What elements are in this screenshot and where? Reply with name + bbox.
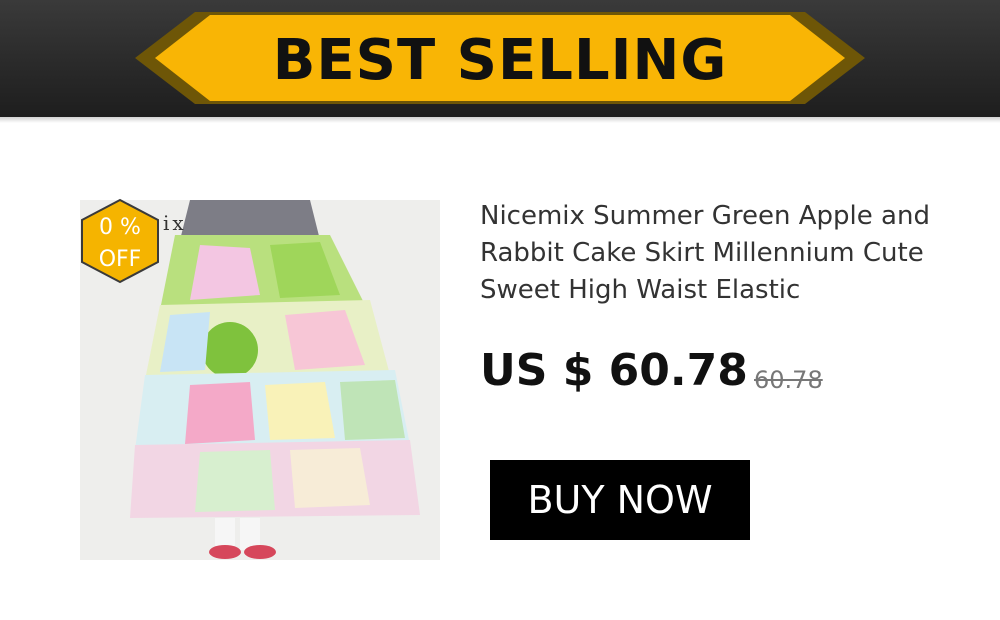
original-price: 60.78: [754, 366, 823, 394]
badge-percent: 0 %: [99, 215, 141, 240]
current-price: US $ 60.78: [480, 345, 748, 396]
image-watermark: ix: [163, 211, 187, 235]
product-title[interactable]: Nicemix Summer Green Apple and Rabbit Ca…: [480, 198, 950, 309]
banner-title: BEST SELLING: [272, 27, 728, 93]
buy-now-button[interactable]: BUY NOW: [490, 460, 750, 540]
badge-off: OFF: [98, 247, 142, 272]
